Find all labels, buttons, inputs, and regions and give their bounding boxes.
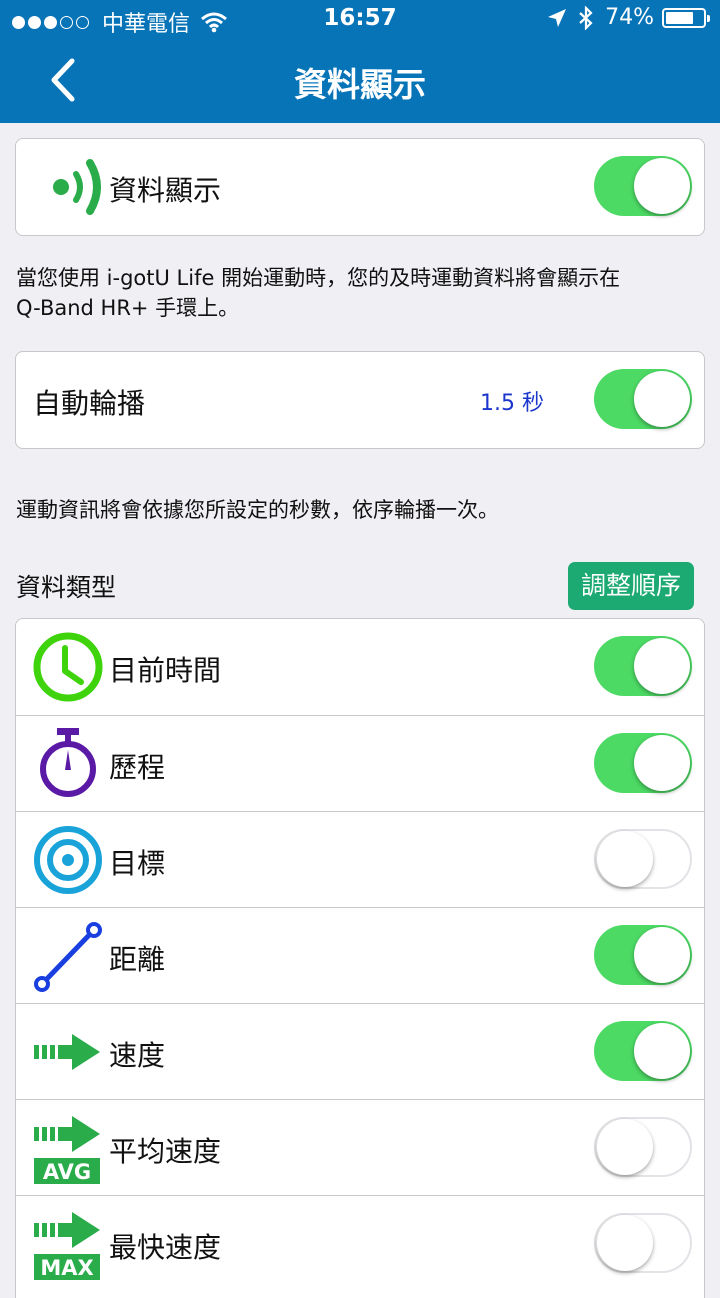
toggle-knob	[634, 638, 690, 694]
data-types-list: 目前時間 歷程 目標 距離 速度 AVG 平均速度 MAX 最快速度	[15, 618, 705, 1298]
bluetooth-icon	[579, 5, 593, 30]
description-line-2: Q-Band HR+ 手環上。	[16, 296, 240, 320]
average-speed-toggle[interactable]	[594, 1117, 692, 1177]
auto-play-toggle[interactable]	[594, 369, 692, 429]
list-item-history: 歷程	[16, 715, 704, 811]
auto-play-row: 自動輪播 1.5 秒	[16, 352, 704, 448]
max-speed-icon: MAX	[34, 1212, 100, 1280]
list-item-label: 速度	[109, 1039, 166, 1072]
page-title: 資料顯示	[294, 65, 426, 104]
toggle-knob	[634, 158, 690, 214]
navigation-header: 中華電信 16:57 74% 資料顯示	[0, 0, 720, 123]
current-time-toggle[interactable]	[594, 636, 692, 696]
auto-play-interval[interactable]: 1.5 秒	[480, 385, 544, 417]
list-item-average-speed: AVG 平均速度	[16, 1099, 704, 1195]
status-bar-right: 74%	[547, 5, 710, 30]
speed-toggle[interactable]	[594, 1021, 692, 1081]
data-display-row: 資料顯示	[16, 139, 704, 235]
toggle-knob	[634, 735, 690, 791]
max-badge-text: MAX	[40, 1256, 93, 1280]
list-item-goal: 目標	[16, 811, 704, 907]
auto-play-label: 自動輪播	[33, 387, 146, 420]
target-icon	[34, 826, 102, 894]
data-display-toggle[interactable]	[594, 156, 692, 216]
distance-toggle[interactable]	[594, 925, 692, 985]
description-line-1: 當您使用 i-gotU Life 開始運動時，您的及時運動資料將會顯示在	[16, 266, 621, 290]
list-item-max-speed: MAX 最快速度	[16, 1195, 704, 1291]
stopwatch-icon	[40, 728, 96, 797]
avg-badge-text: AVG	[43, 1160, 91, 1184]
toggle-knob	[597, 831, 653, 887]
data-display-card: 資料顯示	[15, 138, 705, 236]
toggle-knob	[634, 371, 690, 427]
data-display-description: 當您使用 i-gotU Life 開始運動時，您的及時運動資料將會顯示在 Q-B…	[16, 263, 706, 323]
data-display-label: 資料顯示	[109, 174, 222, 207]
list-item-distance: 距離	[16, 907, 704, 1003]
clock-icon	[33, 632, 103, 702]
list-item-label: 目標	[109, 847, 166, 880]
goal-toggle[interactable]	[594, 829, 692, 889]
speed-arrow-icon	[34, 1034, 100, 1070]
toggle-knob	[634, 1023, 690, 1079]
status-bar: 中華電信 16:57 74%	[0, 0, 720, 40]
toggle-knob	[634, 927, 690, 983]
reorder-button[interactable]: 調整順序	[568, 562, 694, 610]
max-speed-toggle[interactable]	[594, 1213, 692, 1273]
auto-play-card: 自動輪播 1.5 秒	[15, 351, 705, 449]
list-item-speed: 速度	[16, 1003, 704, 1099]
toggle-knob	[597, 1215, 653, 1271]
auto-play-description: 運動資訊將會依據您所設定的秒數，依序輪播一次。	[16, 498, 499, 522]
location-arrow-icon	[548, 8, 567, 27]
avg-speed-icon: AVG	[34, 1116, 100, 1184]
list-item-label: 距離	[109, 943, 166, 976]
toggle-knob	[597, 1119, 653, 1175]
list-item-current-time: 目前時間	[16, 619, 704, 715]
distance-icon	[34, 922, 102, 992]
list-item-label: 目前時間	[109, 654, 222, 687]
list-item-label: 平均速度	[109, 1135, 222, 1168]
battery-icon	[662, 7, 710, 28]
data-types-title: 資料類型	[16, 573, 117, 602]
list-item-label: 歷程	[109, 751, 166, 784]
battery-level	[666, 11, 693, 24]
history-toggle[interactable]	[594, 733, 692, 793]
broadcast-signal-icon	[53, 159, 101, 215]
list-item-label: 最快速度	[109, 1231, 222, 1264]
battery-percent: 74%	[605, 5, 654, 30]
